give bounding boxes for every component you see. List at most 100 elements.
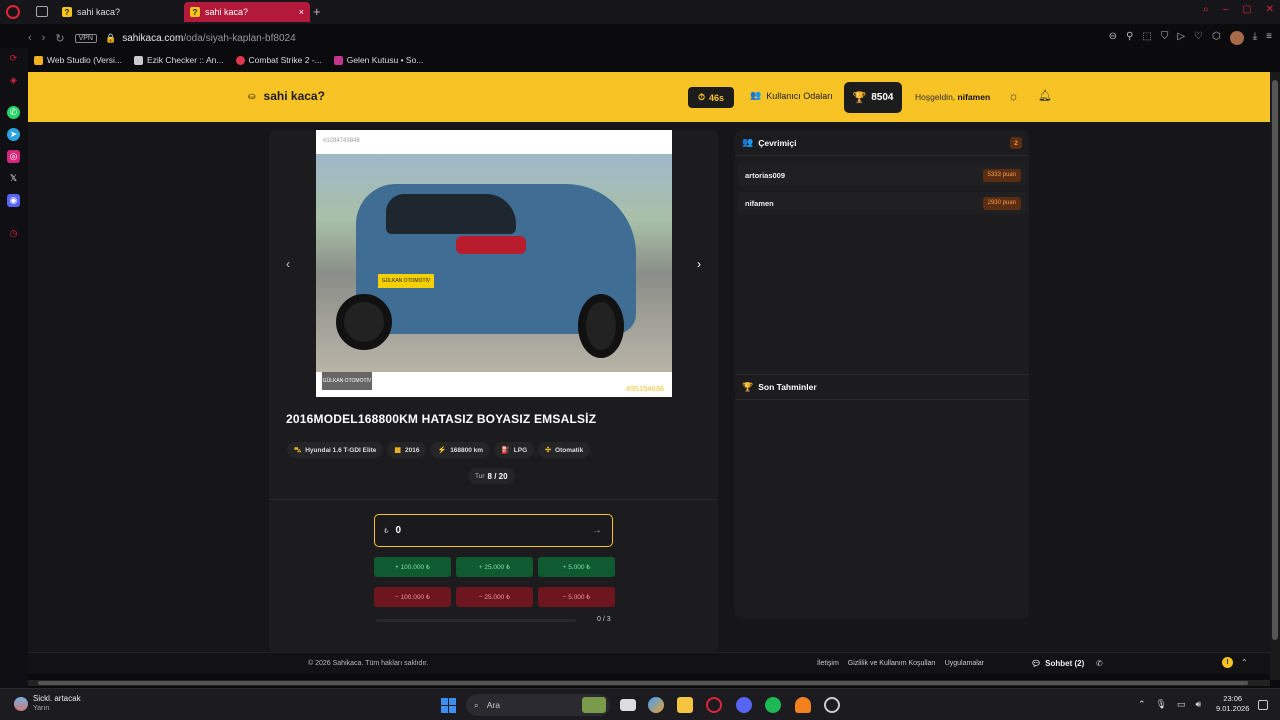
forward-icon[interactable]: › [42, 32, 46, 44]
round-value: 8 / 20 [487, 471, 508, 481]
browser-tabbar: ? sahi kaca? ? sahi kaca? × + ⌕ – ▢ ✕ [0, 0, 1280, 24]
browser-tab[interactable]: ? sahi kaca? [56, 2, 182, 22]
recent-guesses-header: 🏆 Son Tahminler [735, 374, 1029, 400]
menu-icon[interactable]: ≡ [1266, 31, 1272, 45]
discord-taskbar-icon[interactable] [736, 697, 752, 713]
notification-center-icon[interactable] [1258, 700, 1268, 710]
listing-photo[interactable]: #1284743848 GÜLKAN OTOMOTİV GÜLKAN OTOMO… [316, 130, 672, 397]
phone-icon[interactable]: ✆ [1096, 659, 1103, 668]
opera-taskbar-icon[interactable] [706, 697, 722, 713]
spotify-icon[interactable] [765, 697, 781, 713]
new-tab-button[interactable]: + [313, 4, 321, 19]
spec-chips: ⛍ Hyundai 1.6 T-GDI Elite ▦ 2016 ⚡ 168800 k… [287, 442, 591, 458]
user-rooms-link[interactable]: 👥 Kullanıcı Odaları [750, 90, 833, 101]
copilot-icon[interactable] [648, 697, 664, 713]
clock[interactable]: 23:06 9.01.2026 [1216, 694, 1249, 714]
add-100000-button[interactable]: + 100.000 ₺ [374, 557, 451, 577]
cloudflare-icon[interactable] [795, 697, 811, 713]
network-icon[interactable]: ▭ [1177, 699, 1186, 710]
subtract-100000-button[interactable]: − 100.000 ₺ [374, 587, 451, 607]
footer-link-contact[interactable]: İletişim [817, 660, 839, 667]
add-5000-button[interactable]: + 5.000 ₺ [538, 557, 615, 577]
scroll-thumb[interactable] [1272, 80, 1278, 640]
avatar[interactable] [1229, 31, 1244, 45]
volume-icon[interactable]: 🔊︎ [1196, 699, 1202, 710]
instagram-icon[interactable]: ◎ [7, 150, 20, 163]
download-icon[interactable]: ⤓ [1253, 31, 1257, 45]
next-photo-icon[interactable]: › [691, 256, 707, 272]
search-label: Ara [486, 700, 500, 710]
subtract-25000-button[interactable]: − 25.000 ₺ [456, 587, 533, 607]
discord-icon[interactable]: ◉ [7, 194, 20, 207]
microphone-icon[interactable]: 🎙︎ [1156, 699, 1167, 710]
extensions-icon[interactable]: ⬡ [1212, 31, 1221, 45]
brand-logo[interactable]: ⛀ sahi kaca? [248, 89, 325, 103]
previous-photo-icon[interactable]: ‹ [280, 256, 296, 272]
warning-icon[interactable]: ! [1222, 657, 1233, 668]
snapshot-icon[interactable]: ⬚ [1142, 31, 1151, 45]
submit-arrow-icon[interactable]: → [592, 525, 602, 536]
add-25000-button[interactable]: + 25.000 ₺ [456, 557, 533, 577]
shield-icon[interactable]: ⛉ [1161, 31, 1169, 45]
maximize-icon[interactable]: ▢ [1242, 4, 1251, 15]
tray-overflow-icon[interactable]: ⌃ [1138, 699, 1146, 710]
bookmark-item[interactable]: Combat Strike 2 -... [235, 53, 322, 67]
users-icon: 👥 [750, 90, 762, 100]
workspaces-icon[interactable] [36, 6, 48, 17]
scroll-top-icon[interactable]: ⌃ [1241, 658, 1248, 667]
history-icon[interactable]: ◷ [7, 227, 20, 240]
theme-toggle-icon[interactable]: ☼ [1008, 89, 1019, 103]
search-tabs-icon[interactable]: ⌕ [1203, 4, 1209, 15]
heart-icon[interactable]: ♡ [1194, 31, 1203, 45]
x-icon[interactable]: 𝕏 [7, 172, 20, 185]
back-icon[interactable]: ‹ [28, 32, 32, 44]
welcome-text[interactable]: Hoşgeldin, nifamen [915, 92, 990, 102]
minimize-icon[interactable]: – [1223, 4, 1229, 15]
pin-icon[interactable]: ⚲ [1126, 31, 1133, 45]
copyright: © 2026 Sahikaca. Tüm hakları saklıdır. [308, 660, 429, 667]
subtract-5000-button[interactable]: − 5.000 ₺ [538, 587, 615, 607]
bookmark-item[interactable]: Ezik Checker :: An... [133, 53, 224, 67]
url-field[interactable]: sahikaca.com/oda/siyah-kaplan-bf8024 [122, 33, 295, 44]
task-view-icon[interactable] [620, 699, 636, 711]
chat-button[interactable]: 💬︎ Sohbet (2) [1031, 659, 1084, 668]
footer-link-apps[interactable]: Uygulamalar [945, 660, 984, 667]
spec-chip-fuel: ⛽ LPG [494, 442, 535, 458]
telegram-icon[interactable]: ➤ [7, 128, 20, 141]
opera-news-icon[interactable]: ⟳ [7, 52, 20, 65]
browser-tab-active[interactable]: ? sahi kaca? × [184, 2, 310, 22]
close-tab-icon[interactable]: × [299, 7, 304, 17]
reload-icon[interactable]: ↻ [55, 32, 64, 45]
footer-link-privacy[interactable]: Gizlilik ve Kullanım Koşulları [848, 660, 936, 667]
player-row[interactable]: artorias009 5333 puan [738, 164, 1026, 186]
bookmark-item[interactable]: Web Studio (Versi... [34, 53, 122, 67]
online-title: Çevrimiçi [758, 137, 797, 148]
zoom-icon[interactable]: ⊖ [1109, 31, 1117, 45]
round-label: Tur [475, 472, 485, 480]
price-guess-input[interactable] [395, 525, 576, 536]
browser-logo-icon[interactable] [6, 5, 20, 19]
play-icon[interactable]: ▷ [1177, 31, 1185, 45]
bookmark-item[interactable]: Gelen Kutusu • So... [333, 53, 423, 67]
vertical-scrollbar[interactable] [1270, 72, 1280, 680]
url-path: /oda/siyah-kaplan-bf8024 [183, 32, 296, 44]
player-row[interactable]: nifamen 2930 puan [738, 192, 1026, 214]
widgets-icon[interactable] [582, 697, 606, 713]
leaderboard-button[interactable]: 🏆 8504 [844, 82, 902, 113]
vpn-badge[interactable]: VPN [74, 33, 97, 43]
close-window-icon[interactable]: ✕ [1266, 4, 1274, 15]
whatsapp-icon[interactable]: ✆ [7, 106, 20, 119]
price-guess-field: ₺ → [374, 514, 613, 547]
start-button[interactable] [441, 698, 456, 713]
adjust-buttons: + 100.000 ₺ + 25.000 ₺ + 5.000 ₺ − 100.0… [374, 557, 615, 607]
car-icon: ⛍ [294, 446, 302, 454]
weather-widget[interactable]: Sickl. artacak Yarın [14, 694, 81, 714]
scroll-thumb[interactable] [38, 681, 1248, 685]
aria-icon[interactable]: ◈ [7, 74, 20, 87]
lock-icon[interactable]: 🔒 [105, 33, 116, 44]
dealer-logo: GÜLKAN OTOMOTİV [322, 372, 372, 390]
notifications-icon[interactable]: 🔔︎ [1038, 89, 1052, 102]
horizontal-scrollbar[interactable] [28, 680, 1270, 686]
steam-icon[interactable] [824, 697, 840, 713]
file-explorer-icon[interactable] [677, 697, 693, 713]
